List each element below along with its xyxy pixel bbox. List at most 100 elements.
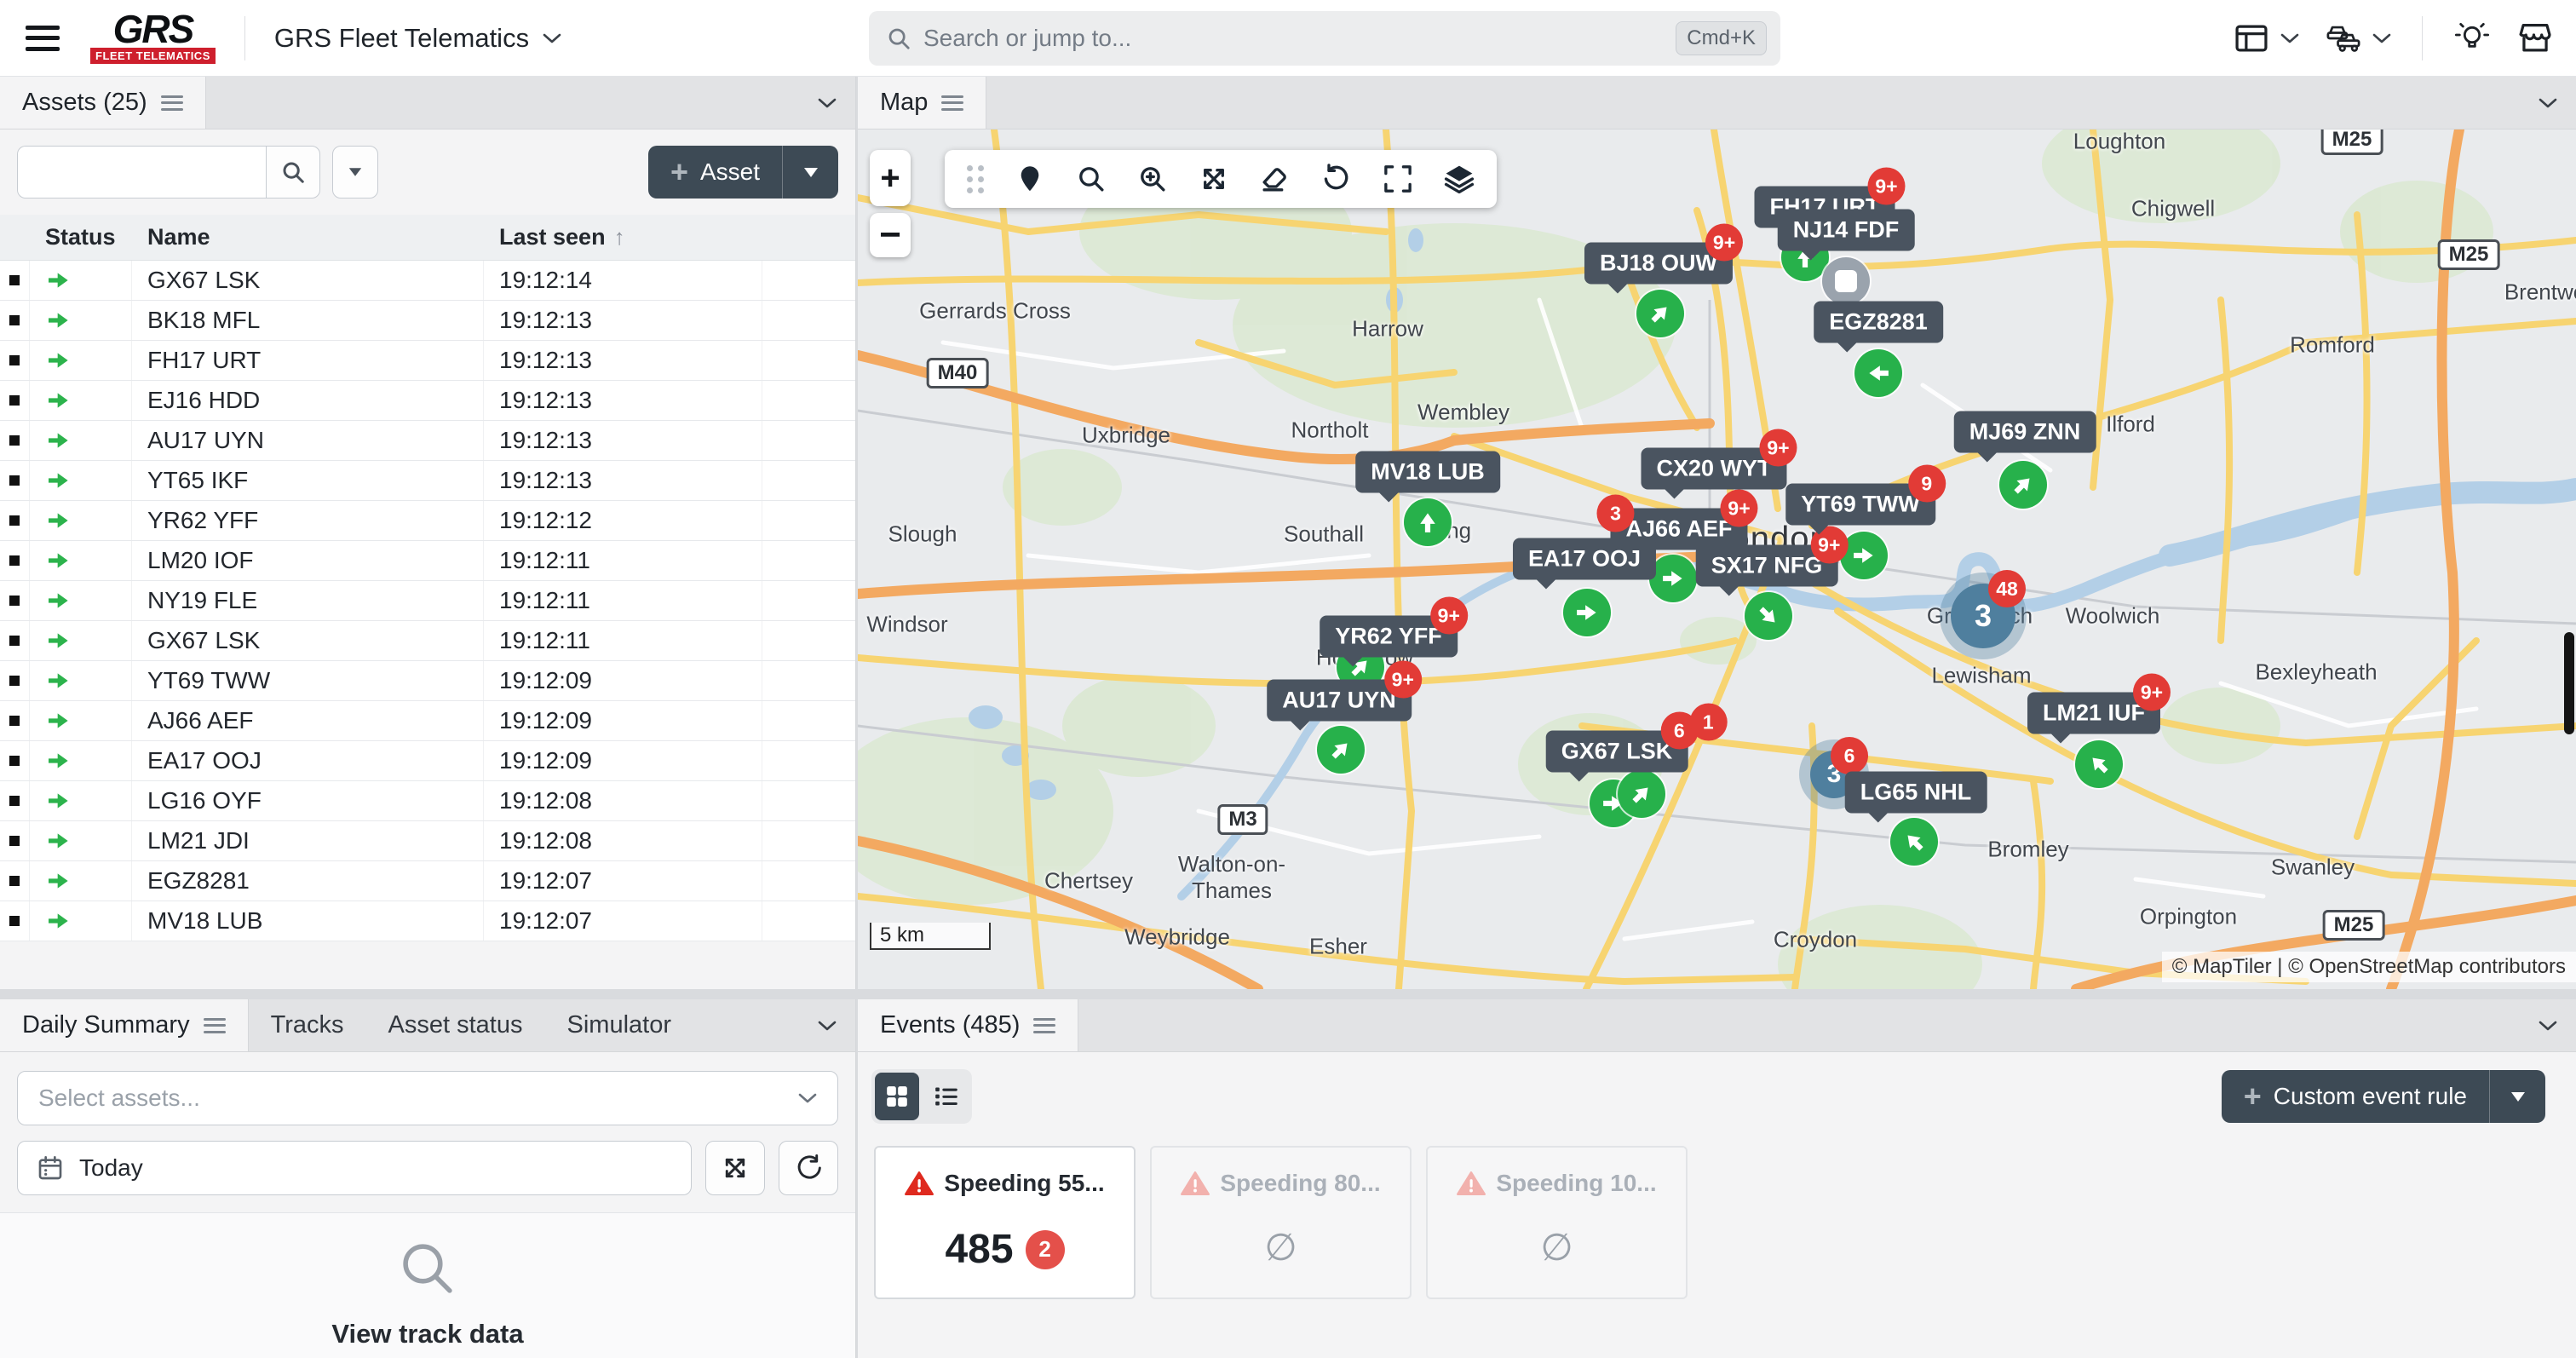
tab-menu-icon[interactable] [204, 1018, 226, 1033]
column-status[interactable]: Status [30, 224, 132, 250]
move-arrows-icon[interactable] [1199, 164, 1229, 194]
vehicle-map-label[interactable]: YT69 TWW9 [1785, 484, 1935, 526]
event-rule-card[interactable]: Speeding 55...4852 [874, 1146, 1136, 1299]
tab-asset-status[interactable]: Asset status [366, 999, 545, 1051]
map-cluster[interactable]: 348 [1951, 584, 2015, 648]
layout-menu-button[interactable] [2233, 21, 2299, 55]
fullscreen-icon[interactable] [1383, 164, 1413, 194]
add-asset-dropdown[interactable] [782, 146, 838, 199]
vehicle-heading-marker[interactable] [1317, 726, 1365, 774]
vehicle-heading-marker[interactable] [1999, 461, 2047, 509]
page-scrollbar[interactable] [2564, 632, 2574, 734]
expand-button[interactable] [705, 1141, 765, 1195]
event-rule-title: Speeding 55... [944, 1170, 1104, 1197]
vehicle-heading-marker[interactable] [1563, 589, 1611, 636]
vehicle-map-label[interactable]: SX17 NFG9+ [1696, 545, 1838, 587]
table-row[interactable]: GX67 LSK19:12:11 [0, 621, 855, 661]
vehicle-heading-marker[interactable] [1745, 592, 1792, 640]
marketplace-button[interactable] [2516, 21, 2554, 55]
list-view-button[interactable] [924, 1073, 969, 1120]
search-icon[interactable] [1076, 164, 1107, 194]
table-row[interactable]: LG16 OYF19:12:08 [0, 781, 855, 821]
table-row[interactable]: MV18 LUB19:12:07 [0, 901, 855, 941]
vehicle-map-label[interactable]: EA17 OOJ [1513, 538, 1656, 580]
vehicle-heading-marker[interactable] [1890, 818, 1938, 866]
toolbar-drag-handle[interactable] [967, 165, 984, 193]
vehicle-map-label[interactable]: MJ69 ZNN [1954, 411, 2096, 453]
add-asset-button[interactable]: + Asset [648, 146, 782, 199]
vehicle-map-label[interactable]: EGZ8281 [1814, 302, 1943, 343]
tab-events[interactable]: Events (485) [858, 999, 1078, 1051]
eraser-icon[interactable] [1260, 164, 1291, 194]
events-collapse-button[interactable] [2539, 999, 2557, 1052]
select-assets-dropdown[interactable]: Select assets... [17, 1071, 838, 1125]
vehicle-map-label[interactable]: LG65 NHL [1845, 772, 1987, 814]
table-row[interactable]: EA17 OOJ19:12:09 [0, 741, 855, 781]
table-row[interactable]: AJ66 AEF19:12:09 [0, 701, 855, 741]
table-row[interactable]: EJ16 HDD19:12:13 [0, 381, 855, 421]
tab-assets[interactable]: Assets (25) [0, 77, 206, 129]
zoom-search-icon[interactable] [1137, 164, 1168, 194]
table-row[interactable]: YT69 TWW19:12:09 [0, 661, 855, 701]
tab-menu-icon[interactable] [1033, 1018, 1055, 1033]
menu-button[interactable] [26, 26, 60, 51]
locate-pin-icon[interactable] [1015, 164, 1045, 194]
grid-view-button[interactable] [875, 1073, 919, 1120]
tab-map[interactable]: Map [858, 77, 986, 129]
event-rule-card[interactable]: Speeding 10...∅ [1426, 1146, 1688, 1299]
tab-daily-summary[interactable]: Daily Summary [0, 999, 249, 1051]
assets-collapse-button[interactable] [818, 77, 837, 129]
table-row[interactable]: YT65 IKF19:12:13 [0, 461, 855, 501]
tracks-collapse-button[interactable] [818, 999, 837, 1052]
vehicle-heading-marker[interactable] [1404, 498, 1452, 546]
assets-table-header: Status Name Last seen↑ [0, 215, 855, 261]
vehicle-heading-marker[interactable] [1649, 555, 1697, 602]
rotate-icon[interactable] [1321, 164, 1352, 194]
tab-menu-icon[interactable] [161, 95, 183, 111]
layers-icon[interactable] [1444, 164, 1475, 194]
table-row[interactable]: LM21 JDI19:12:08 [0, 821, 855, 861]
vehicle-map-label[interactable]: BJ18 OUW9+ [1584, 243, 1733, 285]
column-name[interactable]: Name [132, 224, 484, 250]
tab-simulator[interactable]: Simulator [545, 999, 694, 1051]
vehicle-map-label[interactable]: YR62 YFF9+ [1320, 616, 1458, 658]
custom-event-rule-button[interactable]: + Custom event rule [2222, 1070, 2489, 1123]
vehicle-heading-marker[interactable] [1854, 349, 1902, 397]
vehicle-heading-marker[interactable] [1618, 770, 1665, 818]
table-row[interactable]: AU17 UYN19:12:13 [0, 421, 855, 461]
table-row[interactable]: GX67 LSK19:12:14 [0, 261, 855, 301]
traffic-menu-button[interactable] [2325, 21, 2391, 55]
event-rule-card[interactable]: Speeding 80...∅ [1150, 1146, 1412, 1299]
vehicle-map-label[interactable]: CX20 WYT9+ [1641, 448, 1786, 490]
assets-filter-dropdown[interactable] [332, 146, 378, 199]
vehicle-map-label[interactable]: MV18 LUB [1355, 452, 1500, 493]
table-row[interactable]: EGZ828119:12:07 [0, 861, 855, 901]
whats-new-button[interactable] [2453, 21, 2491, 55]
refresh-button[interactable] [779, 1141, 838, 1195]
custom-event-rule-dropdown[interactable] [2489, 1070, 2545, 1123]
column-last-seen[interactable]: Last seen↑ [484, 224, 762, 250]
zoom-out-button[interactable]: − [870, 213, 911, 257]
global-search-input[interactable]: Search or jump to... Cmd+K [869, 11, 1780, 66]
vehicle-map-label[interactable]: GX67 LSK61 [1546, 731, 1688, 773]
date-range-input[interactable]: Today [17, 1141, 692, 1195]
tab-tracks[interactable]: Tracks [249, 999, 366, 1051]
map-collapse-button[interactable] [2539, 77, 2557, 129]
table-row[interactable]: BK18 MFL19:12:13 [0, 301, 855, 341]
vehicle-heading-marker[interactable] [1636, 290, 1684, 337]
vehicle-stopped-marker[interactable] [1822, 257, 1870, 305]
assets-search-input[interactable] [17, 146, 266, 199]
map-canvas[interactable]: LoughtonChigwellBrentwoodRomfordIlfordGe… [858, 129, 2576, 989]
table-row[interactable]: NY19 FLE19:12:11 [0, 581, 855, 621]
assets-search-button[interactable] [266, 146, 320, 199]
table-row[interactable]: FH17 URT19:12:13 [0, 341, 855, 381]
vehicle-heading-marker[interactable] [2075, 740, 2123, 788]
vehicle-map-label[interactable]: NJ14 FDF [1778, 210, 1915, 251]
workspace-switcher[interactable]: GRS Fleet Telematics [274, 23, 561, 54]
vehicle-map-label[interactable]: LM21 IUF9+ [2027, 693, 2160, 734]
vehicle-map-label[interactable]: AU17 UYN9+ [1267, 680, 1412, 722]
table-row[interactable]: YR62 YFF19:12:12 [0, 501, 855, 541]
tab-menu-icon[interactable] [941, 95, 963, 111]
table-row[interactable]: LM20 IOF19:12:11 [0, 541, 855, 581]
zoom-in-button[interactable]: + [870, 150, 911, 206]
